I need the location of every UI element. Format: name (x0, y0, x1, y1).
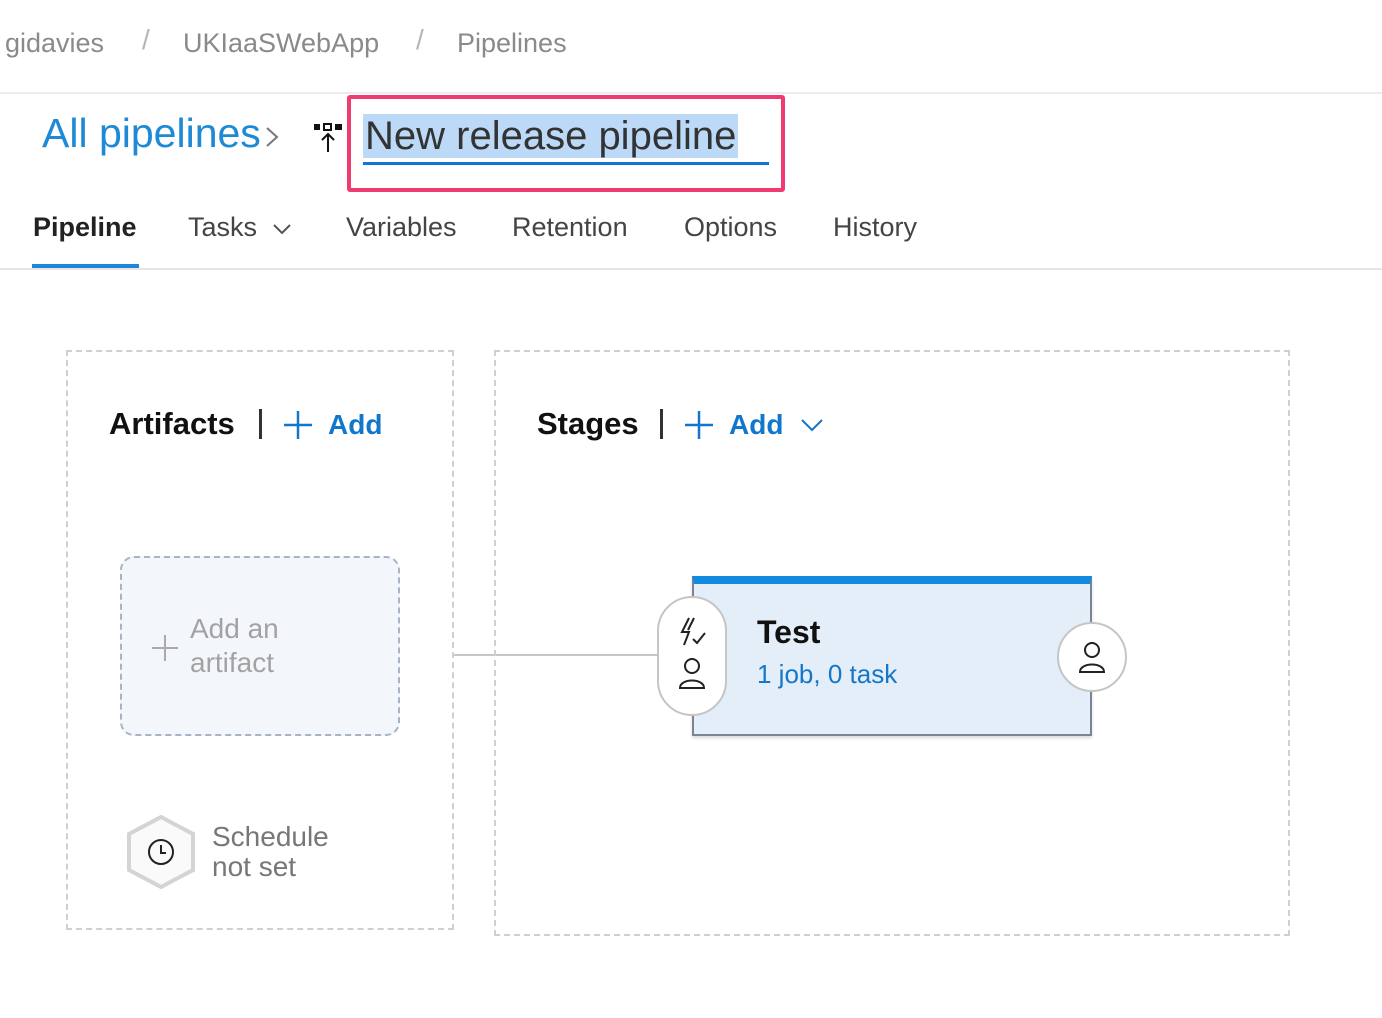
title-divider (660, 409, 663, 439)
person-approver-icon (678, 658, 706, 689)
all-pipelines-link[interactable]: All pipelines (42, 110, 261, 157)
plus-icon (152, 635, 178, 661)
tab-pipeline[interactable]: Pipeline (33, 212, 137, 243)
add-artifact-text-line2: artifact (190, 647, 275, 678)
tab-variables[interactable]: Variables (346, 212, 457, 243)
add-stage-label: Add (729, 409, 784, 440)
breadcrumb-separator: / (416, 24, 424, 55)
chevron-down-icon (801, 419, 824, 432)
chevron-right-icon (266, 127, 279, 147)
pipeline-name-underline (363, 162, 769, 165)
add-artifact-text-line1: Add an (190, 613, 279, 644)
person-approver-icon (1078, 642, 1106, 673)
add-artifact-label: Add (328, 409, 383, 440)
schedule-status-line2: not set (212, 851, 297, 882)
stage-job-summary[interactable]: 1 job, 0 task (757, 659, 897, 690)
pipeline-name-input[interactable]: New release pipeline (363, 114, 739, 158)
tab-options[interactable]: Options (684, 212, 777, 243)
artifacts-title: Artifacts (109, 406, 235, 441)
lightning-trigger-icon (680, 617, 706, 646)
stages-title: Stages (537, 406, 639, 441)
plus-icon (685, 411, 713, 439)
tab-retention[interactable]: Retention (512, 212, 628, 243)
tab-history[interactable]: History (833, 212, 917, 243)
schedule-status-text: Schedule not set (212, 822, 392, 882)
header-divider (0, 92, 1382, 94)
chevron-down-icon (272, 224, 291, 235)
breadcrumb-separator: / (142, 24, 150, 55)
tab-tasks[interactable]: Tasks (188, 212, 293, 243)
stage-name[interactable]: Test (757, 614, 820, 651)
plus-icon (284, 411, 312, 439)
breadcrumb-item-project[interactable]: UKIaaSWebApp (183, 28, 379, 59)
schedule-status-line1: Schedule (212, 821, 329, 852)
breadcrumb-item-organization[interactable]: gidavies (5, 28, 104, 59)
add-stage-button[interactable]: Add (683, 406, 825, 444)
stage-card[interactable] (692, 576, 1092, 736)
release-pipeline-icon (314, 123, 342, 152)
tab-tasks-label: Tasks (188, 212, 258, 242)
tabs-divider (0, 268, 1382, 270)
add-artifact-text: Add an artifact (190, 612, 350, 680)
breadcrumb-item-pipelines[interactable]: Pipelines (457, 28, 567, 59)
add-artifact-button[interactable]: Add (282, 406, 382, 444)
title-divider (259, 409, 262, 439)
schedule-hexagon-icon[interactable] (124, 814, 198, 890)
